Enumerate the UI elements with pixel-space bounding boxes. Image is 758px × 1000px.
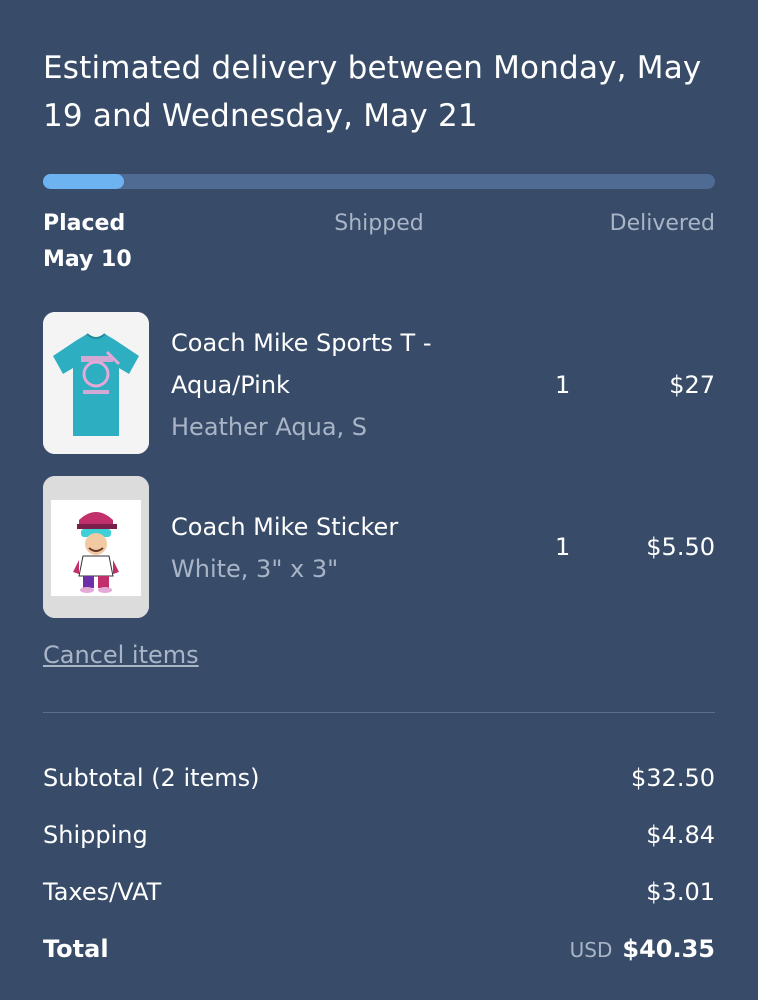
shipping-row: Shipping $4.84 — [43, 815, 715, 855]
subtotal-label: Subtotal (2 items) — [43, 764, 260, 792]
item-price: $5.50 — [646, 533, 715, 561]
tshirt-thumbnail[interactable] — [43, 312, 149, 454]
taxes-label: Taxes/VAT — [43, 878, 162, 906]
step-delivered: Delivered — [609, 211, 715, 236]
step-placed-date: May 10 — [43, 247, 132, 272]
total-value: $40.35 — [622, 935, 715, 963]
total-value-group: USD $40.35 — [570, 929, 715, 970]
total-row: Total USD $40.35 — [43, 929, 715, 969]
item-quantity: 1 — [555, 371, 571, 399]
item-price: $27 — [669, 371, 715, 399]
sticker-thumbnail[interactable] — [43, 476, 149, 618]
total-currency: USD — [569, 938, 613, 962]
delivery-estimate-heading: Estimated delivery between Monday, May 1… — [43, 50, 702, 134]
sticker-icon — [43, 476, 149, 618]
tshirt-icon — [43, 312, 149, 454]
divider — [43, 712, 715, 713]
taxes-value: $3.01 — [646, 878, 715, 906]
total-label: Total — [43, 935, 109, 963]
subtotal-row: Subtotal (2 items) $32.50 — [43, 758, 715, 798]
shipping-label: Shipping — [43, 821, 148, 849]
shipping-value: $4.84 — [646, 821, 715, 849]
order-item: Coach Mike Sticker White, 3" x 3" 1 $5.5… — [43, 476, 715, 618]
order-item: Coach Mike Sports T - Aqua/Pink Heather … — [43, 312, 715, 454]
subtotal-value: $32.50 — [631, 764, 715, 792]
item-variant: Heather Aqua, S — [171, 413, 368, 441]
delivery-progress-bar — [43, 174, 715, 189]
item-quantity: 1 — [555, 533, 571, 561]
item-name: Coach Mike Sticker — [171, 513, 399, 541]
taxes-row: Taxes/VAT $3.01 — [43, 872, 715, 912]
delivery-progress-fill — [43, 174, 124, 189]
item-variant: White, 3" x 3" — [171, 555, 339, 583]
cancel-items-link[interactable]: Cancel items — [43, 636, 199, 674]
item-name: Coach Mike Sports T - Aqua/Pink — [171, 329, 432, 399]
